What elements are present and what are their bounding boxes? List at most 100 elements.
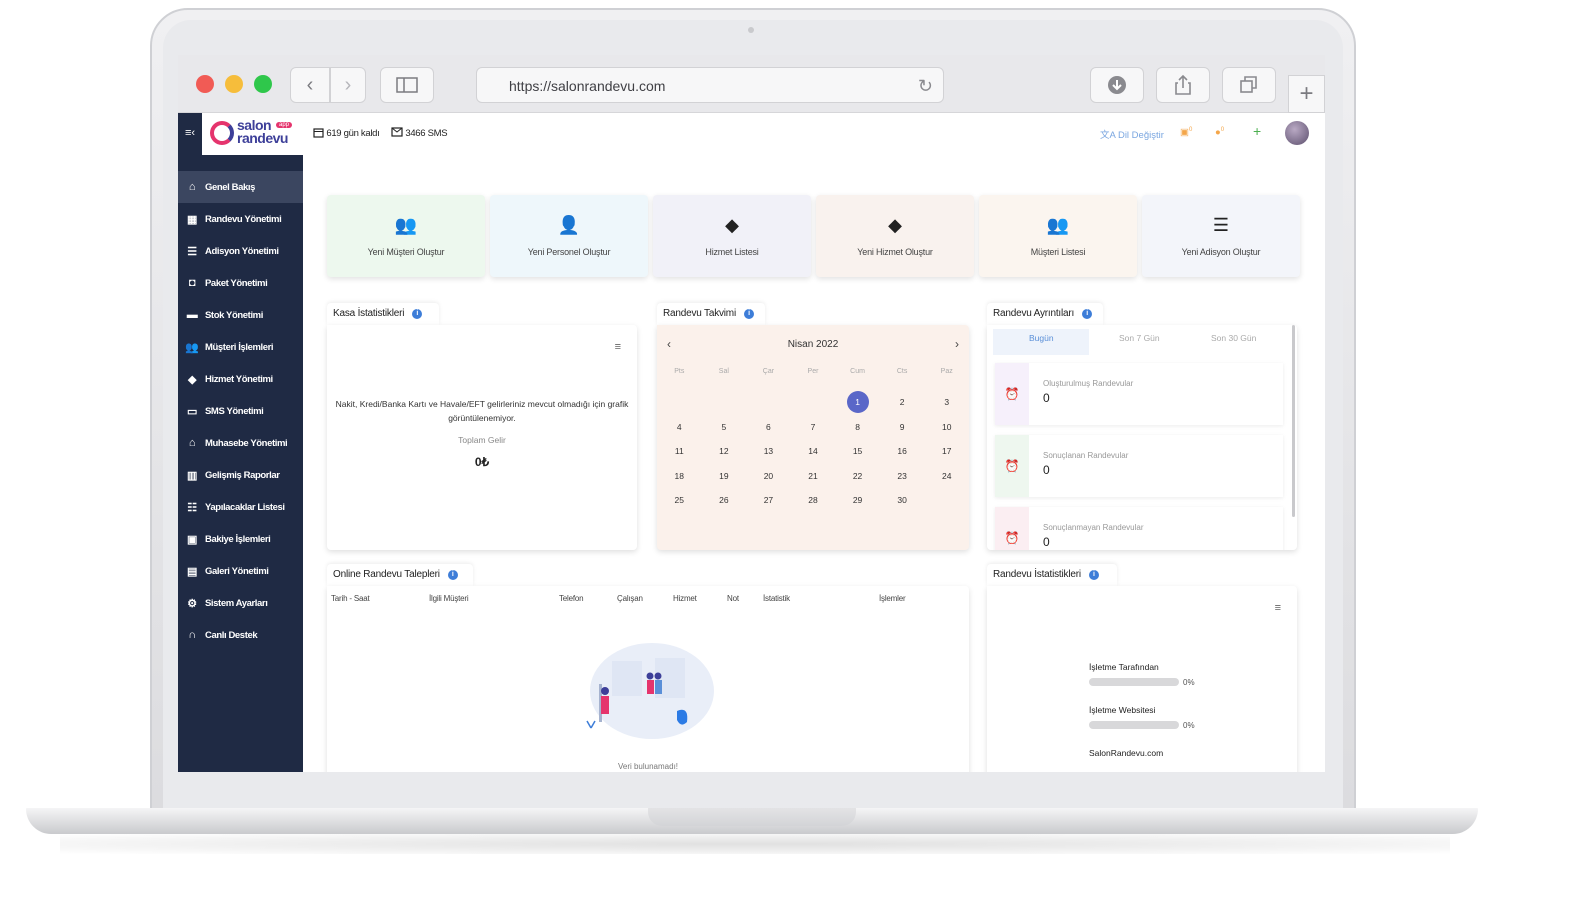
- calendar-day[interactable]: 19: [702, 465, 747, 490]
- download-button[interactable]: [1090, 67, 1144, 103]
- sidebar-item[interactable]: ▭ SMS Yönetimi: [178, 395, 303, 427]
- quick-action-card[interactable]: ◆ Yeni Hizmet Oluştur: [816, 195, 974, 277]
- sidebar-header: ≡‹ salon randevu app: [178, 113, 303, 155]
- calendar-day[interactable]: 7: [791, 416, 836, 441]
- gallery-icon: ▤: [187, 565, 197, 578]
- reload-icon[interactable]: ↻: [918, 68, 933, 104]
- back-button[interactable]: ‹: [290, 67, 330, 103]
- calendar-day-number: 10: [941, 421, 952, 432]
- quick-add-button[interactable]: +: [1253, 123, 1261, 139]
- share-button[interactable]: [1156, 67, 1210, 103]
- calendar-day[interactable]: 11: [657, 440, 702, 465]
- calendar-day[interactable]: 22: [835, 465, 880, 490]
- calendar-day[interactable]: 23: [880, 465, 925, 490]
- calendar-day[interactable]: 21: [791, 465, 836, 490]
- calendar-dow: Çar: [762, 368, 775, 375]
- menu-collapse-icon[interactable]: ≡‹: [185, 127, 195, 139]
- sidebar-item[interactable]: ▦ Randevu Yönetimi: [178, 203, 303, 235]
- sidebar-toggle-button[interactable]: [380, 67, 434, 103]
- info-icon[interactable]: i: [743, 309, 754, 319]
- sidebar-item[interactable]: ◘ Paket Yönetimi: [178, 267, 303, 299]
- calendar-day[interactable]: 26: [702, 489, 747, 514]
- tab-bugun[interactable]: Bugün: [1029, 333, 1054, 343]
- calendar-day[interactable]: 8: [835, 416, 880, 441]
- calendar-day[interactable]: 27: [746, 489, 791, 514]
- calendar-day-number: 15: [852, 446, 863, 456]
- url-bar[interactable]: https://salonrandevu.com ↻: [476, 67, 944, 103]
- calendar-day[interactable]: 13: [746, 440, 791, 465]
- calendar-day[interactable]: 28: [791, 489, 836, 514]
- next-month-button[interactable]: ›: [955, 337, 959, 351]
- minimize-window-button[interactable]: [225, 75, 243, 93]
- camera-dot: [748, 27, 754, 33]
- calendar-day[interactable]: 20: [746, 465, 791, 490]
- calendar-day-number: 27: [763, 495, 774, 505]
- gift-button[interactable]: ▣0: [1180, 127, 1192, 138]
- tabs-button[interactable]: [1222, 67, 1276, 103]
- sidebar-item[interactable]: 👥 Müşteri İşlemleri: [178, 331, 303, 363]
- sidebar-item[interactable]: ◆ Hizmet Yönetimi: [178, 363, 303, 395]
- close-window-button[interactable]: [196, 75, 214, 93]
- details-title: Randevu Ayrıntıları i: [987, 303, 1103, 325]
- sidebar-item[interactable]: ⌂ Muhasebe Yönetimi: [178, 427, 303, 459]
- bank-icon: ⌂: [188, 437, 196, 449]
- online-title: Online Randevu Talepleri i: [327, 564, 473, 586]
- sidebar-item-label: Muhasebe Yönetimi: [205, 437, 288, 449]
- calendar-day[interactable]: 4: [657, 416, 702, 441]
- info-icon[interactable]: i: [1088, 570, 1099, 580]
- calendar-day[interactable]: 29: [835, 489, 880, 514]
- calendar-day[interactable]: 24: [924, 465, 969, 490]
- calendar-day[interactable]: 14: [791, 440, 836, 465]
- notifications-button[interactable]: ●0: [1215, 127, 1224, 138]
- language-button[interactable]: 文A Dil Değiştir: [1100, 127, 1164, 141]
- sidebar-item[interactable]: ☷ Yapılacaklar Listesi: [178, 491, 303, 523]
- license-days[interactable]: 619 gün kaldı: [313, 127, 380, 139]
- calendar-day[interactable]: 10: [924, 416, 969, 441]
- calendar-day[interactable]: 3: [924, 391, 969, 416]
- translate-icon: 文A: [1100, 130, 1116, 141]
- sidebar-item[interactable]: ▥ Gelişmiş Raporlar: [178, 459, 303, 491]
- sidebar-item[interactable]: ▬ Stok Yönetimi: [178, 299, 303, 331]
- maximize-window-button[interactable]: [254, 75, 272, 93]
- new-tab-button[interactable]: +: [1288, 75, 1325, 113]
- calendar-day[interactable]: 17: [924, 440, 969, 465]
- calendar-day[interactable]: 12: [702, 440, 747, 465]
- sidebar-item[interactable]: ⌂ Genel Bakış: [178, 171, 303, 203]
- tab-son-30-gun[interactable]: Son 30 Gün: [1211, 333, 1256, 343]
- tab-son-7-gun[interactable]: Son 7 Gün: [1119, 333, 1160, 343]
- users-icon: 👥: [394, 215, 418, 235]
- quick-action-card[interactable]: 👤 Yeni Personel Oluştur: [490, 195, 648, 277]
- calendar-day[interactable]: 30: [880, 489, 925, 514]
- quick-action-card[interactable]: ◆ Hizmet Listesi: [653, 195, 811, 277]
- calendar-day[interactable]: 16: [880, 440, 925, 465]
- forward-button[interactable]: ›: [330, 67, 366, 103]
- layers-icon: ◆: [725, 215, 739, 235]
- info-icon[interactable]: i: [1082, 309, 1093, 319]
- sidebar-item[interactable]: ▤ Galeri Yönetimi: [178, 555, 303, 587]
- sidebar-item[interactable]: ▣ Bakiye İşlemleri: [178, 523, 303, 555]
- avatar[interactable]: [1285, 121, 1309, 145]
- quick-action-card[interactable]: 👥 Müşteri Listesi: [979, 195, 1137, 277]
- calendar-day-number: 18: [674, 470, 685, 481]
- filter-icon[interactable]: ≡: [615, 341, 621, 353]
- quick-action-card[interactable]: 👥 Yeni Müşteri Oluştur: [327, 195, 485, 277]
- quick-action-card[interactable]: ☰ Yeni Adisyon Oluştur: [1142, 195, 1300, 277]
- scrollbar[interactable]: [1292, 325, 1295, 517]
- calendar-day[interactable]: 25: [657, 489, 702, 514]
- calendar-day[interactable]: 9: [880, 416, 925, 441]
- sidebar-item[interactable]: ∩ Canlı Destek: [178, 619, 303, 651]
- sidebar-item[interactable]: ☰ Adisyon Yönetimi: [178, 235, 303, 267]
- sidebar-item[interactable]: ⚙ Sistem Ayarları: [178, 587, 303, 619]
- info-icon[interactable]: i: [412, 309, 423, 319]
- calendar-day[interactable]: 2: [880, 391, 925, 416]
- calendar-icon: ▦: [187, 213, 197, 226]
- filter-icon[interactable]: ≡: [1275, 602, 1281, 614]
- calendar-day[interactable]: 18: [657, 465, 702, 490]
- calendar-day[interactable]: 5: [702, 416, 747, 441]
- logo[interactable]: salon randevu app: [202, 113, 303, 155]
- calendar-day[interactable]: 15: [835, 440, 880, 465]
- calendar-day[interactable]: 1: [835, 391, 880, 416]
- calendar-day[interactable]: 6: [746, 416, 791, 441]
- info-icon[interactable]: i: [447, 570, 458, 580]
- sms-balance[interactable]: 3466 SMS: [391, 127, 448, 139]
